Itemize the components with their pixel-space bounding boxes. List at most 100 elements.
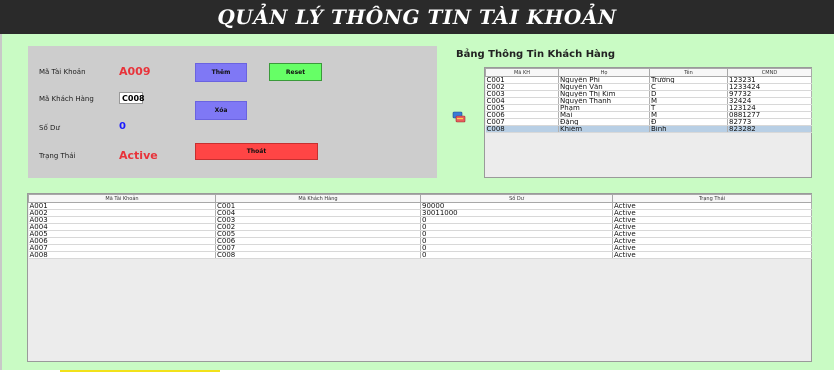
table-cell[interactable]: C003: [215, 216, 421, 224]
table-cell[interactable]: Bình: [649, 125, 728, 133]
table-row[interactable]: A003 C003 0 Active: [28, 216, 812, 224]
table-cell[interactable]: 90000: [420, 202, 613, 210]
table-cell[interactable]: A004: [28, 223, 216, 231]
account-form-panel: Mã Tài Khoản A009 Mã Khách Hàng C008 Số …: [28, 46, 437, 178]
table-cell[interactable]: Active: [612, 237, 812, 245]
table-cell[interactable]: C004: [485, 97, 559, 105]
table-cell[interactable]: 0: [420, 251, 613, 259]
table-cell[interactable]: 0: [420, 237, 613, 245]
table-cell[interactable]: D: [649, 90, 728, 98]
account-header-0[interactable]: Mã Tài Khoản: [28, 194, 216, 203]
table-cell[interactable]: 32424: [727, 97, 812, 105]
customer-grid[interactable]: Mã KH Họ Tên CMND C001 Nguyễn Phi Trường 12323…: [485, 68, 812, 133]
table-row[interactable]: C007 Đặng Đ 82773: [485, 118, 812, 126]
table-cell[interactable]: 82773: [727, 118, 812, 126]
table-cell[interactable]: Active: [612, 251, 812, 259]
account-header-3[interactable]: Trạng Thái: [612, 194, 812, 203]
table-cell[interactable]: A002: [28, 209, 216, 217]
table-cell[interactable]: Đ: [649, 118, 728, 126]
customer-header-3[interactable]: CMND: [727, 68, 812, 77]
table-cell[interactable]: M: [649, 97, 728, 105]
table-row[interactable]: A006 C006 0 Active: [28, 237, 812, 245]
customer-header-2[interactable]: Tên: [649, 68, 728, 77]
delete-button[interactable]: Xóa: [195, 101, 247, 120]
table-cell[interactable]: A008: [28, 251, 216, 259]
table-cell[interactable]: 97732: [727, 90, 812, 98]
account-header-2[interactable]: Số Dư: [420, 194, 613, 203]
table-cell[interactable]: C003: [485, 90, 559, 98]
table-cell[interactable]: Active: [612, 209, 812, 217]
table-cell[interactable]: A005: [28, 230, 216, 238]
table-cell[interactable]: C008: [215, 251, 421, 259]
table-row[interactable]: A007 C007 0 Active: [28, 244, 812, 252]
table-cell[interactable]: 0: [420, 223, 613, 231]
table-cell[interactable]: 1233424: [727, 83, 812, 91]
table-row[interactable]: A001 C001 90000 Active: [28, 202, 812, 210]
table-row[interactable]: C008 Khiêm Bình 823282: [485, 125, 812, 133]
table-cell[interactable]: C007: [215, 244, 421, 252]
table-row[interactable]: C004 Nguyễn Thanh M 32424: [485, 97, 812, 105]
table-row[interactable]: C003 Nguyễn Thị Kim D 97732: [485, 90, 812, 98]
table-cell[interactable]: 0: [420, 230, 613, 238]
table-cell[interactable]: C: [649, 83, 728, 91]
table-cell[interactable]: 0881277: [727, 111, 812, 119]
customer-table-heading: Bảng Thông Tin Khách Hàng: [456, 49, 616, 60]
customer-table[interactable]: Mã KH Họ Tên CMND C001 Nguyễn Phi Trường 12323…: [484, 67, 812, 178]
table-cell[interactable]: 0: [420, 216, 613, 224]
table-cell[interactable]: A001: [28, 202, 216, 210]
table-row[interactable]: C001 Nguyễn Phi Trường 123231: [485, 76, 812, 84]
table-cell[interactable]: C005: [485, 104, 559, 112]
table-row[interactable]: A002 C004 30011000 Active: [28, 209, 812, 217]
table-cell[interactable]: Nguyễn Văn: [558, 83, 650, 91]
table-cell[interactable]: A006: [28, 237, 216, 245]
customer-id-field[interactable]: C008: [119, 92, 145, 104]
transfer-icon[interactable]: [452, 110, 466, 124]
table-cell[interactable]: Active: [612, 202, 812, 210]
customer-header-0[interactable]: Mã KH: [485, 68, 559, 77]
table-cell[interactable]: Nguyễn Thị Kim: [558, 90, 650, 98]
table-cell[interactable]: C008: [485, 125, 559, 133]
table-row[interactable]: A008 C008 0 Active: [28, 251, 812, 259]
table-cell[interactable]: Active: [612, 244, 812, 252]
table-cell[interactable]: Trường: [649, 76, 728, 84]
table-row[interactable]: A005 C005 0 Active: [28, 230, 812, 238]
table-cell[interactable]: 30011000: [420, 209, 613, 217]
table-cell[interactable]: A003: [28, 216, 216, 224]
account-table[interactable]: Mã Tài Khoản Mã Khách Hàng Số Dư Trạng Thái…: [27, 193, 812, 362]
table-cell[interactable]: C007: [485, 118, 559, 126]
table-cell[interactable]: Nguyễn Thanh: [558, 97, 650, 105]
account-header-1[interactable]: Mã Khách Hàng: [215, 194, 421, 203]
table-row[interactable]: C005 Phạm T 123124: [485, 104, 812, 112]
table-cell[interactable]: Phạm: [558, 104, 650, 112]
table-row[interactable]: A004 C002 0 Active: [28, 223, 812, 231]
exit-button[interactable]: Thoát: [195, 143, 318, 160]
table-cell[interactable]: C002: [215, 223, 421, 231]
table-cell[interactable]: C006: [215, 237, 421, 245]
table-cell[interactable]: 123124: [727, 104, 812, 112]
add-button[interactable]: Thêm: [195, 63, 247, 82]
table-cell[interactable]: C006: [485, 111, 559, 119]
table-cell[interactable]: Đặng: [558, 118, 650, 126]
table-cell[interactable]: Active: [612, 230, 812, 238]
table-cell[interactable]: 0: [420, 244, 613, 252]
account-grid[interactable]: Mã Tài Khoản Mã Khách Hàng Số Dư Trạng Thái…: [28, 194, 812, 259]
customer-header-1[interactable]: Họ: [558, 68, 650, 77]
table-cell[interactable]: C001: [485, 76, 559, 84]
table-cell[interactable]: A007: [28, 244, 216, 252]
table-cell[interactable]: Active: [612, 223, 812, 231]
table-cell[interactable]: C002: [485, 83, 559, 91]
table-cell[interactable]: M: [649, 111, 728, 119]
table-cell[interactable]: Khiêm: [558, 125, 650, 133]
table-cell[interactable]: Mai: [558, 111, 650, 119]
table-cell[interactable]: C004: [215, 209, 421, 217]
table-cell[interactable]: C001: [215, 202, 421, 210]
reset-button[interactable]: Reset: [269, 63, 322, 81]
table-cell[interactable]: T: [649, 104, 728, 112]
table-cell[interactable]: C005: [215, 230, 421, 238]
table-cell[interactable]: 823282: [727, 125, 812, 133]
table-cell[interactable]: Nguyễn Phi: [558, 76, 650, 84]
table-row[interactable]: C002 Nguyễn Văn C 1233424: [485, 83, 812, 91]
table-cell[interactable]: 123231: [727, 76, 812, 84]
table-cell[interactable]: Active: [612, 216, 812, 224]
table-row[interactable]: C006 Mai M 0881277: [485, 111, 812, 119]
